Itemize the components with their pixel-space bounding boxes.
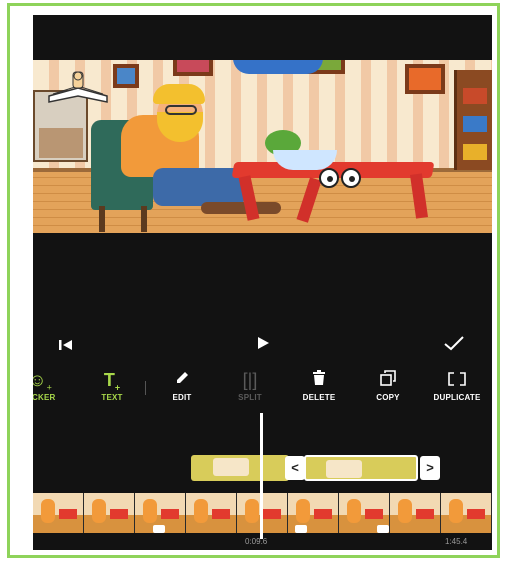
scene-picture-frame xyxy=(405,64,445,94)
filmstrip-frame xyxy=(390,493,441,533)
clip-marker[interactable] xyxy=(153,525,165,533)
clip-thumbnail xyxy=(213,458,249,476)
skip-to-start-icon[interactable] xyxy=(57,337,75,355)
edit-toolbar: ☺+ TICKER T+ TEXT EDIT [|] SPLIT DELETE xyxy=(33,367,492,413)
table-eyes xyxy=(319,168,365,188)
filmstrip-frame xyxy=(186,493,237,533)
trim-handle-left[interactable]: < xyxy=(285,456,305,480)
text-add-icon: T+ xyxy=(103,370,121,393)
pencil-icon xyxy=(147,367,217,393)
character-glasses xyxy=(165,105,197,115)
sticker-button[interactable]: ☺+ TICKER xyxy=(33,367,75,402)
text-label: TEXT xyxy=(101,393,123,402)
scene-lamp xyxy=(233,60,323,74)
current-time: 0:09.6 xyxy=(245,537,268,546)
scene-chair-leg xyxy=(141,206,147,232)
checkmark-icon[interactable] xyxy=(443,335,465,355)
scene-bowl xyxy=(273,150,337,170)
edit-button[interactable]: EDIT xyxy=(147,367,217,402)
sticker-icon: ☺+ xyxy=(33,370,52,393)
sticker-label: TICKER xyxy=(33,393,56,402)
delete-label: DELETE xyxy=(302,393,336,402)
clip-marker[interactable] xyxy=(377,525,389,533)
duplicate-label: DUPLICATE xyxy=(433,393,481,402)
edit-label: EDIT xyxy=(172,393,192,402)
video-preview[interactable] xyxy=(33,60,492,233)
sticker-clip[interactable] xyxy=(191,455,289,481)
book-sticker-icon[interactable] xyxy=(45,66,111,106)
video-editor-screen: ☺+ TICKER T+ TEXT EDIT [|] SPLIT DELETE xyxy=(33,15,492,550)
clip-marker[interactable] xyxy=(295,525,307,533)
play-icon[interactable] xyxy=(255,335,271,354)
delete-button[interactable]: DELETE xyxy=(284,367,354,402)
character-hair xyxy=(153,84,205,104)
copy-button[interactable]: COPY xyxy=(353,367,423,402)
scene-chair-leg xyxy=(99,206,105,232)
toolbar-divider xyxy=(145,381,146,395)
copy-icon xyxy=(353,367,423,393)
total-duration: 1:45.4 xyxy=(445,537,468,546)
scene-bookshelf xyxy=(454,70,492,170)
filmstrip-frame xyxy=(84,493,135,533)
trash-icon xyxy=(284,367,354,393)
split-icon: [|] xyxy=(242,370,258,390)
text-button[interactable]: T+ TEXT xyxy=(77,367,147,402)
split-button[interactable]: [|] SPLIT xyxy=(215,367,285,402)
scene-picture-frame xyxy=(113,64,139,88)
filmstrip-frame xyxy=(441,493,492,533)
split-label: SPLIT xyxy=(238,393,262,402)
timeline-playhead[interactable] xyxy=(260,413,263,539)
copy-label: COPY xyxy=(376,393,400,402)
filmstrip-frame xyxy=(33,493,84,533)
duplicate-button[interactable]: DUPLICATE xyxy=(422,367,492,402)
sticker-clip-selected[interactable] xyxy=(304,455,418,481)
clip-thumbnail xyxy=(326,460,362,478)
trim-handle-right[interactable]: > xyxy=(420,456,440,480)
scene-picture-frame xyxy=(173,60,213,76)
character-shoes xyxy=(201,202,281,214)
duplicate-icon xyxy=(422,367,492,393)
